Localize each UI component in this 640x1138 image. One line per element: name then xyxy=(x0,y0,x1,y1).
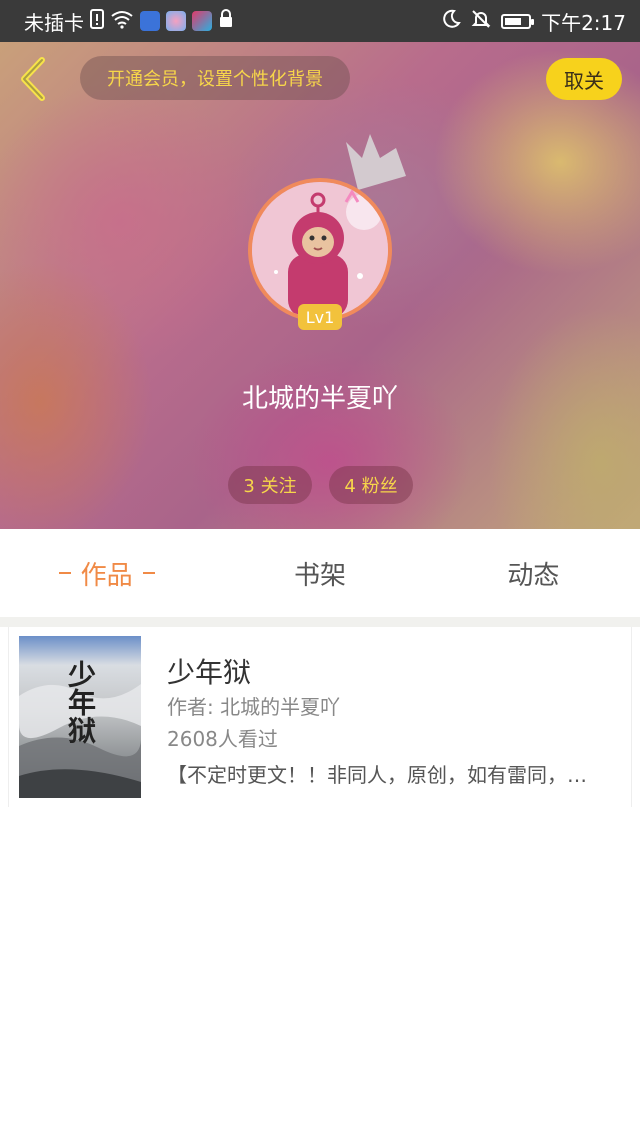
moon-icon xyxy=(441,9,461,34)
tab-works-label: 作品 xyxy=(80,560,133,591)
avatar-image xyxy=(252,182,388,318)
profile-header: 开通会员，设置个性化背景 取关 Lv1 北城的半夏吖 3 关注 4 粉丝 xyxy=(0,42,640,529)
status-bar: 未插卡 下午2:17 xyxy=(0,0,640,42)
username: 北城的半夏吖 xyxy=(241,384,398,414)
work-card[interactable]: 少年狱 少年狱 作者: 北城的半夏吖 2608人看过 【不定时更文！！非同人，原… xyxy=(8,627,632,807)
back-button[interactable] xyxy=(14,56,54,102)
tab-activity[interactable]: 动态 xyxy=(427,529,640,617)
unfollow-button[interactable]: 取关 xyxy=(546,58,622,100)
tab-activity-label: 动态 xyxy=(507,560,560,591)
profile-tabs: 作品 书架 动态 xyxy=(0,529,640,617)
carrier-label: 未插卡 xyxy=(24,10,84,35)
wifi-icon xyxy=(110,9,134,34)
book-description: 【不定时更文！！非同人，原创，如有雷同，… xyxy=(167,763,587,787)
app-icon xyxy=(166,11,186,31)
mute-bell-icon xyxy=(471,9,491,34)
clock: 下午2:17 xyxy=(541,10,626,35)
following-count-button[interactable]: 3 关注 xyxy=(228,466,312,504)
chevron-left-icon xyxy=(21,57,45,101)
app-icon-2 xyxy=(192,11,212,31)
book-author: 作者: 北城的半夏吖 xyxy=(167,695,341,719)
tab-works[interactable]: 作品 xyxy=(0,529,213,617)
battery-icon xyxy=(501,13,535,29)
book-title: 少年狱 xyxy=(167,656,252,689)
book-cover-title: 少年狱 xyxy=(64,660,97,744)
tab-bookshelf-label: 书架 xyxy=(293,560,346,591)
tab-bookshelf[interactable]: 书架 xyxy=(213,529,426,617)
baidu-icon xyxy=(140,11,160,31)
active-tab-indicator-right xyxy=(142,572,155,574)
level-badge: Lv1 xyxy=(298,304,342,330)
book-cover: 少年狱 xyxy=(19,636,141,798)
list-separator xyxy=(0,617,640,627)
book-views: 2608人看过 xyxy=(167,727,278,751)
lock-icon xyxy=(218,8,234,34)
sim-alert-icon xyxy=(90,8,104,34)
active-tab-indicator-left xyxy=(58,572,71,574)
avatar[interactable] xyxy=(248,178,392,322)
fans-count-button[interactable]: 4 粉丝 xyxy=(329,466,413,504)
vip-background-prompt[interactable]: 开通会员，设置个性化背景 xyxy=(80,56,350,100)
